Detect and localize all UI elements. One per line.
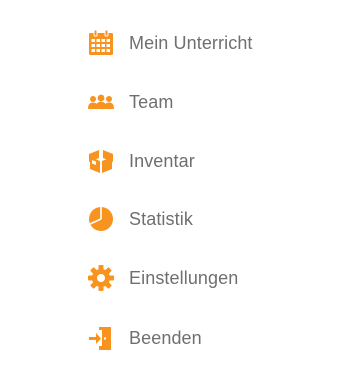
menu-item-inventar[interactable]: Inventar: [86, 141, 326, 181]
menu-item-label: Mein Unterricht: [129, 32, 253, 53]
menu-item-label: Statistik: [129, 208, 193, 229]
gear-icon: [86, 263, 116, 293]
pie-chart-icon: [86, 204, 116, 234]
menu-item-beenden[interactable]: Beenden: [86, 318, 326, 358]
calendar-icon: [86, 28, 116, 58]
box-icon: [86, 146, 116, 176]
menu-item-label: Inventar: [129, 150, 195, 171]
menu-item-team[interactable]: Team: [86, 82, 326, 122]
menu-item-einstellungen[interactable]: Einstellungen: [86, 258, 326, 298]
menu-item-label: Beenden: [129, 327, 202, 348]
menu-item-mein-unterricht[interactable]: Mein Unterricht: [86, 23, 326, 63]
main-menu: Mein Unterricht Team Inventar Statistik …: [0, 0, 358, 376]
exit-icon: [86, 323, 116, 353]
menu-item-label: Einstellungen: [129, 267, 239, 288]
team-icon: [86, 87, 116, 117]
menu-item-statistik[interactable]: Statistik: [86, 199, 326, 239]
menu-item-label: Team: [129, 91, 174, 112]
